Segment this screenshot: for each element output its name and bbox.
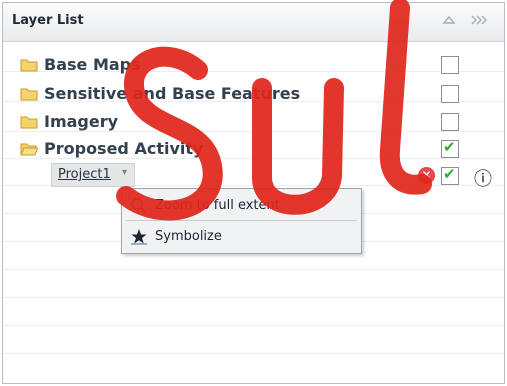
sublayer-dropdown[interactable]: Project1 ▾ [51,163,135,187]
layer-label: Imagery [44,112,119,131]
layer-list-panel: Layer List Base Maps Sensitive and Base … [2,2,505,384]
layer-row-proposed-activity[interactable]: Proposed Activity ✔ [3,136,504,166]
symbolize-icon [131,229,147,245]
zoom-extent-icon [131,198,146,213]
panel-title: Layer List [12,13,84,28]
layer-row-base-maps[interactable]: Base Maps [3,52,504,82]
chevron-down-icon: ▾ [122,167,128,178]
menu-separator [126,220,357,221]
folder-icon [20,88,38,101]
folder-icon [20,116,38,129]
layer-row-imagery[interactable]: Imagery [3,109,504,139]
checkmark-icon: ✔ [443,138,456,156]
layer-visibility-checkbox[interactable] [441,113,459,131]
folder-icon [20,59,38,72]
menu-item-label: Zoom to full extent [155,198,280,213]
menu-item-symbolize[interactable]: Symbolize [122,222,361,252]
layer-visibility-checkbox[interactable]: ✔ [441,138,459,158]
sublayer-label: Project1 [58,167,111,182]
menu-item-zoom-to-full-extent[interactable]: Zoom to full extent [122,191,361,221]
panel-header: Layer List [3,3,504,42]
remove-icon[interactable]: ✕ [418,167,435,184]
checkmark-icon: ✔ [443,165,456,183]
double-chevron-right-icon[interactable] [469,12,487,28]
layer-label: Proposed Activity [44,139,204,158]
sublayer-visibility-checkbox[interactable]: ✔ [441,165,459,185]
layer-label: Sensitive and Base Features [44,84,301,103]
layer-context-menu: Zoom to full extent Symbolize [121,188,362,254]
collapse-up-icon[interactable] [441,12,457,28]
layer-visibility-checkbox[interactable] [441,56,459,74]
info-icon[interactable]: ⓘ [474,165,492,191]
layer-row-sensitive-and-base-features[interactable]: Sensitive and Base Features [3,81,504,111]
layer-visibility-checkbox[interactable] [441,85,459,103]
folder-open-icon [20,143,38,156]
menu-item-label: Symbolize [155,229,222,244]
layer-label: Base Maps [44,55,141,74]
